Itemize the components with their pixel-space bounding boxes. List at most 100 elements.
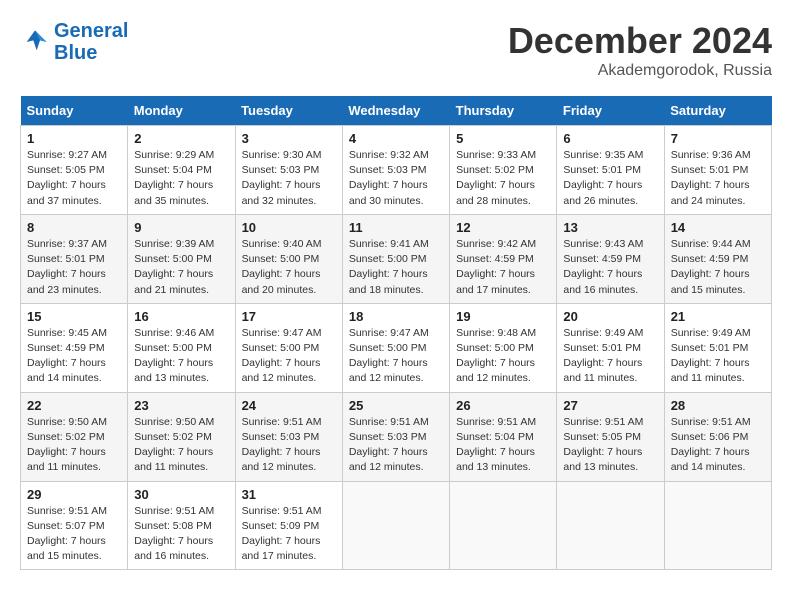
cell-info: Sunrise: 9:51 AMSunset: 5:03 PMDaylight:…: [242, 415, 336, 476]
cell-info: Sunrise: 9:39 AMSunset: 5:00 PMDaylight:…: [134, 237, 228, 298]
day-number: 6: [563, 131, 657, 146]
cell-info: Sunrise: 9:51 AMSunset: 5:05 PMDaylight:…: [563, 415, 657, 476]
calendar-table: SundayMondayTuesdayWednesdayThursdayFrid…: [20, 96, 772, 570]
logo-icon: [20, 27, 50, 57]
calendar-cell: 20 Sunrise: 9:49 AMSunset: 5:01 PMDayligh…: [557, 303, 664, 392]
weekday-header-thursday: Thursday: [450, 96, 557, 126]
logo: General Blue: [20, 20, 128, 64]
calendar-cell: 9 Sunrise: 9:39 AMSunset: 5:00 PMDaylight…: [128, 214, 235, 303]
cell-info: Sunrise: 9:50 AMSunset: 5:02 PMDaylight:…: [27, 415, 121, 476]
calendar-cell: 8 Sunrise: 9:37 AMSunset: 5:01 PMDaylight…: [21, 214, 128, 303]
calendar-week-row: 1 Sunrise: 9:27 AMSunset: 5:05 PMDaylight…: [21, 126, 772, 215]
day-number: 23: [134, 398, 228, 413]
calendar-cell: 7 Sunrise: 9:36 AMSunset: 5:01 PMDaylight…: [664, 126, 771, 215]
calendar-cell: 26 Sunrise: 9:51 AMSunset: 5:04 PMDayligh…: [450, 392, 557, 481]
day-number: 11: [349, 220, 443, 235]
cell-info: Sunrise: 9:40 AMSunset: 5:00 PMDaylight:…: [242, 237, 336, 298]
cell-info: Sunrise: 9:44 AMSunset: 4:59 PMDaylight:…: [671, 237, 765, 298]
cell-info: Sunrise: 9:51 AMSunset: 5:04 PMDaylight:…: [456, 415, 550, 476]
cell-info: Sunrise: 9:50 AMSunset: 5:02 PMDaylight:…: [134, 415, 228, 476]
calendar-week-row: 22 Sunrise: 9:50 AMSunset: 5:02 PMDayligh…: [21, 392, 772, 481]
day-number: 12: [456, 220, 550, 235]
weekday-header-row: SundayMondayTuesdayWednesdayThursdayFrid…: [21, 96, 772, 126]
calendar-cell: 14 Sunrise: 9:44 AMSunset: 4:59 PMDayligh…: [664, 214, 771, 303]
cell-info: Sunrise: 9:51 AMSunset: 5:07 PMDaylight:…: [27, 504, 121, 565]
title-block: December 2024 Akademgorodok, Russia: [508, 20, 772, 80]
cell-info: Sunrise: 9:41 AMSunset: 5:00 PMDaylight:…: [349, 237, 443, 298]
calendar-cell: 17 Sunrise: 9:47 AMSunset: 5:00 PMDayligh…: [235, 303, 342, 392]
cell-info: Sunrise: 9:49 AMSunset: 5:01 PMDaylight:…: [671, 326, 765, 387]
calendar-cell: 11 Sunrise: 9:41 AMSunset: 5:00 PMDayligh…: [342, 214, 449, 303]
calendar-cell: 1 Sunrise: 9:27 AMSunset: 5:05 PMDaylight…: [21, 126, 128, 215]
calendar-cell: 19 Sunrise: 9:48 AMSunset: 5:00 PMDayligh…: [450, 303, 557, 392]
calendar-cell: 29 Sunrise: 9:51 AMSunset: 5:07 PMDayligh…: [21, 481, 128, 570]
calendar-cell: 3Sunrise: 9:30 AMSunset: 5:03 PMDaylight…: [235, 126, 342, 215]
calendar-cell: 27 Sunrise: 9:51 AMSunset: 5:05 PMDayligh…: [557, 392, 664, 481]
day-number: 3: [242, 131, 336, 146]
day-number: 21: [671, 309, 765, 324]
weekday-header-wednesday: Wednesday: [342, 96, 449, 126]
day-number: 4: [349, 131, 443, 146]
cell-info: Sunrise: 9:36 AMSunset: 5:01 PMDaylight:…: [671, 148, 765, 209]
day-number: 5: [456, 131, 550, 146]
calendar-week-row: 15Sunrise: 9:45 AMSunset: 4:59 PMDayligh…: [21, 303, 772, 392]
calendar-cell: 18 Sunrise: 9:47 AMSunset: 5:00 PMDayligh…: [342, 303, 449, 392]
calendar-cell: 24 Sunrise: 9:51 AMSunset: 5:03 PMDayligh…: [235, 392, 342, 481]
calendar-cell: 15Sunrise: 9:45 AMSunset: 4:59 PMDayligh…: [21, 303, 128, 392]
calendar-cell: 13 Sunrise: 9:43 AMSunset: 4:59 PMDayligh…: [557, 214, 664, 303]
weekday-header-friday: Friday: [557, 96, 664, 126]
calendar-cell: 12 Sunrise: 9:42 AMSunset: 4:59 PMDayligh…: [450, 214, 557, 303]
cell-info: Sunrise: 9:45 AMSunset: 4:59 PMDaylight:…: [27, 326, 121, 387]
day-number: 1: [27, 131, 121, 146]
calendar-cell: 2Sunrise: 9:29 AMSunset: 5:04 PMDaylight…: [128, 126, 235, 215]
cell-info: Sunrise: 9:47 AMSunset: 5:00 PMDaylight:…: [242, 326, 336, 387]
weekday-header-saturday: Saturday: [664, 96, 771, 126]
calendar-cell: 5 Sunrise: 9:33 AMSunset: 5:02 PMDaylight…: [450, 126, 557, 215]
calendar-cell: 28Sunrise: 9:51 AMSunset: 5:06 PMDayligh…: [664, 392, 771, 481]
calendar-week-row: 8 Sunrise: 9:37 AMSunset: 5:01 PMDaylight…: [21, 214, 772, 303]
day-number: 27: [563, 398, 657, 413]
calendar-cell: 22 Sunrise: 9:50 AMSunset: 5:02 PMDayligh…: [21, 392, 128, 481]
calendar-cell: [557, 481, 664, 570]
day-number: 17: [242, 309, 336, 324]
cell-info: Sunrise: 9:33 AMSunset: 5:02 PMDaylight:…: [456, 148, 550, 209]
day-number: 26: [456, 398, 550, 413]
cell-info: Sunrise: 9:51 AMSunset: 5:06 PMDaylight:…: [671, 415, 765, 476]
cell-info: Sunrise: 9:35 AMSunset: 5:01 PMDaylight:…: [563, 148, 657, 209]
weekday-header-monday: Monday: [128, 96, 235, 126]
calendar-cell: 16Sunrise: 9:46 AMSunset: 5:00 PMDayligh…: [128, 303, 235, 392]
day-number: 9: [134, 220, 228, 235]
calendar-week-row: 29 Sunrise: 9:51 AMSunset: 5:07 PMDayligh…: [21, 481, 772, 570]
cell-info: Sunrise: 9:51 AMSunset: 5:08 PMDaylight:…: [134, 504, 228, 565]
logo-text: General Blue: [54, 20, 128, 64]
cell-info: Sunrise: 9:47 AMSunset: 5:00 PMDaylight:…: [349, 326, 443, 387]
page-header: General Blue December 2024 Akademgorodok…: [20, 20, 772, 80]
day-number: 14: [671, 220, 765, 235]
cell-info: Sunrise: 9:43 AMSunset: 4:59 PMDaylight:…: [563, 237, 657, 298]
calendar-cell: 21 Sunrise: 9:49 AMSunset: 5:01 PMDayligh…: [664, 303, 771, 392]
cell-info: Sunrise: 9:46 AMSunset: 5:00 PMDaylight:…: [134, 326, 228, 387]
weekday-header-sunday: Sunday: [21, 96, 128, 126]
day-number: 7: [671, 131, 765, 146]
calendar-cell: 30Sunrise: 9:51 AMSunset: 5:08 PMDayligh…: [128, 481, 235, 570]
month-title: December 2024: [508, 20, 772, 62]
calendar-cell: 23 Sunrise: 9:50 AMSunset: 5:02 PMDayligh…: [128, 392, 235, 481]
cell-info: Sunrise: 9:27 AMSunset: 5:05 PMDaylight:…: [27, 148, 121, 209]
day-number: 25: [349, 398, 443, 413]
cell-info: Sunrise: 9:49 AMSunset: 5:01 PMDaylight:…: [563, 326, 657, 387]
weekday-header-tuesday: Tuesday: [235, 96, 342, 126]
cell-info: Sunrise: 9:37 AMSunset: 5:01 PMDaylight:…: [27, 237, 121, 298]
day-number: 13: [563, 220, 657, 235]
day-number: 31: [242, 487, 336, 502]
day-number: 18: [349, 309, 443, 324]
cell-info: Sunrise: 9:42 AMSunset: 4:59 PMDaylight:…: [456, 237, 550, 298]
cell-info: Sunrise: 9:48 AMSunset: 5:00 PMDaylight:…: [456, 326, 550, 387]
day-number: 24: [242, 398, 336, 413]
day-number: 29: [27, 487, 121, 502]
day-number: 19: [456, 309, 550, 324]
day-number: 10: [242, 220, 336, 235]
day-number: 22: [27, 398, 121, 413]
calendar-cell: [664, 481, 771, 570]
day-number: 20: [563, 309, 657, 324]
day-number: 8: [27, 220, 121, 235]
